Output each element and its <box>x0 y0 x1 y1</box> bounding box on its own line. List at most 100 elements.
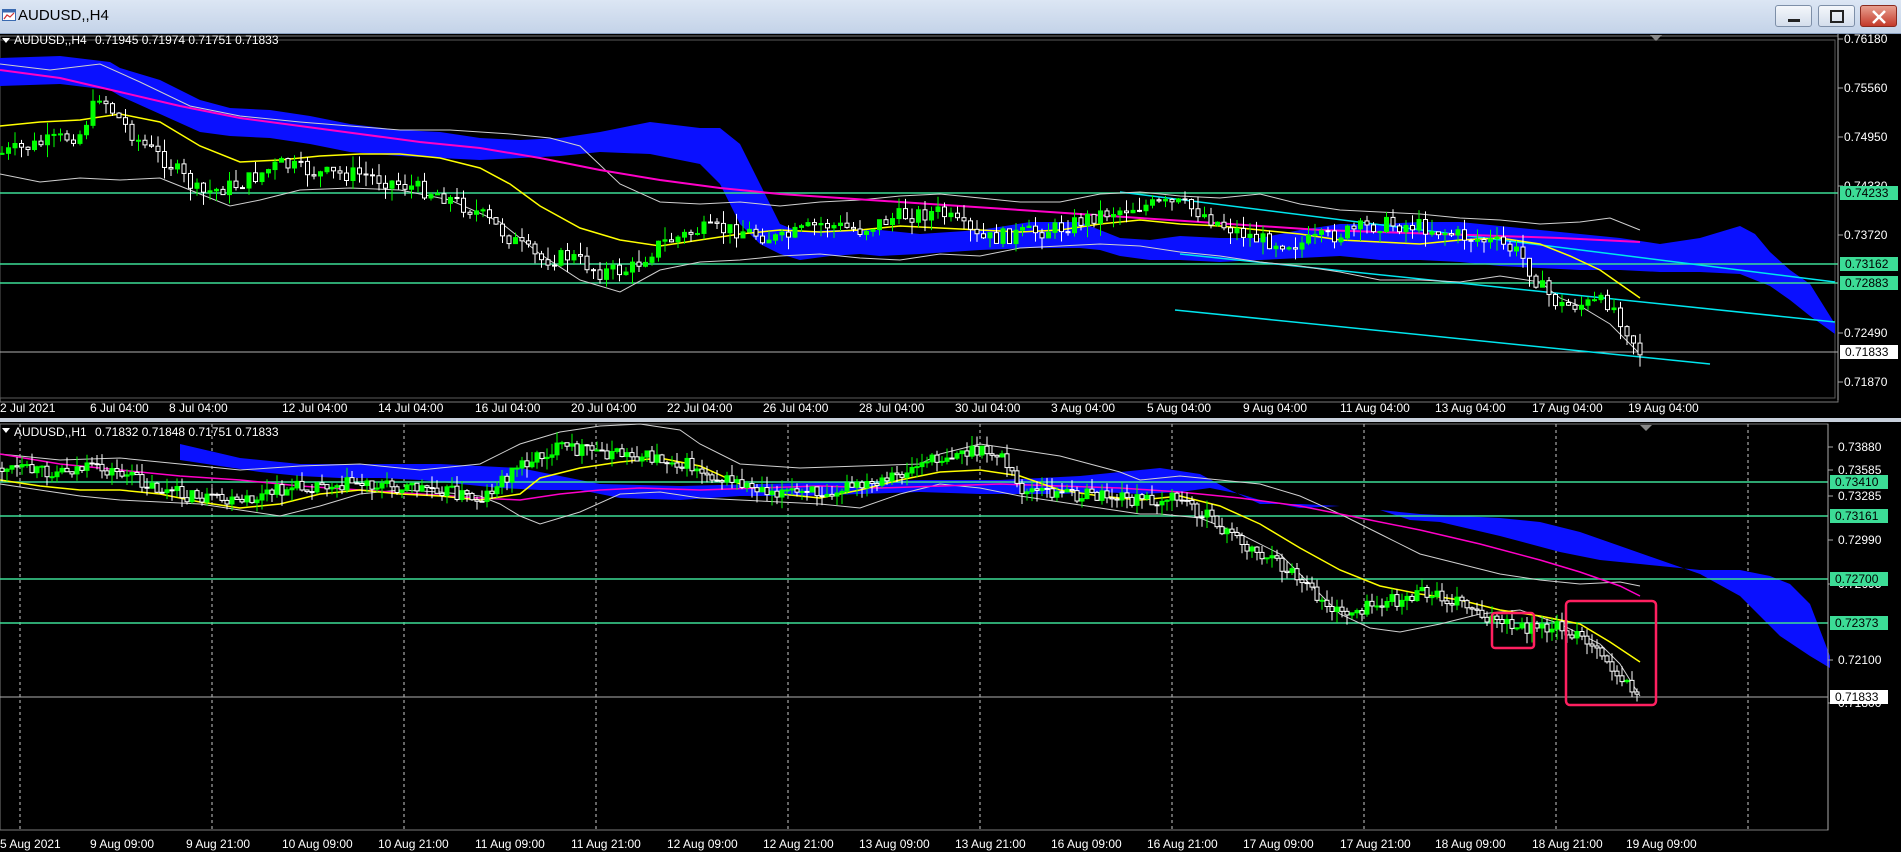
candle-body <box>1098 210 1103 224</box>
candle-body <box>578 254 583 257</box>
candle-body <box>877 219 882 231</box>
candle-body <box>114 468 120 472</box>
candle-body <box>514 467 520 470</box>
candle-body <box>1091 213 1097 224</box>
candle-body <box>1241 227 1246 238</box>
candle-body <box>1507 243 1513 252</box>
candle-body <box>224 499 230 505</box>
candle-body <box>1163 198 1168 202</box>
candle-body <box>474 499 480 502</box>
candle-body <box>499 475 505 488</box>
candle-body <box>349 477 355 484</box>
candle-body <box>266 169 271 174</box>
candle-body <box>1354 610 1360 614</box>
candle-body <box>1520 246 1526 259</box>
candle-body <box>1599 647 1605 657</box>
candle-body <box>1039 487 1045 491</box>
candle-body <box>1379 605 1385 608</box>
candle-body <box>4 468 10 472</box>
candle-body <box>727 224 733 234</box>
candle-body <box>1394 594 1400 607</box>
candle-body <box>1299 579 1305 584</box>
candle-body <box>84 462 90 471</box>
candle-body <box>19 464 25 468</box>
candle-body <box>354 482 360 485</box>
candle-body <box>1044 487 1050 490</box>
candle-body <box>339 485 345 491</box>
candle-body <box>1594 645 1600 649</box>
candle-body <box>689 457 695 472</box>
candle-body <box>434 487 440 494</box>
candle-body <box>1176 198 1181 203</box>
candle-body <box>929 210 934 221</box>
candle-body <box>969 445 975 457</box>
candle-body <box>1579 630 1585 637</box>
candle-body <box>1306 234 1311 244</box>
candle-body <box>279 158 284 163</box>
candle-body <box>799 225 804 228</box>
candle-body <box>504 475 510 483</box>
candle-body <box>719 480 725 483</box>
candle-body <box>934 454 940 463</box>
candle-body <box>1423 219 1428 235</box>
candle-body <box>469 492 475 501</box>
candle-body <box>839 490 845 494</box>
candle-body <box>903 208 908 220</box>
candle-body <box>617 264 622 276</box>
candle-body <box>614 448 620 452</box>
candle-body <box>954 453 960 459</box>
time-tick-h4: 3 Aug 04:00 <box>1051 401 1115 415</box>
minimize-button[interactable] <box>1775 5 1812 27</box>
h4-chart-pane[interactable]: AUDUSD,,H4 0.71945 0.71974 0.71751 0.718… <box>0 34 1898 415</box>
candle-body <box>399 489 405 493</box>
candle-body <box>244 495 250 503</box>
candle-body <box>1399 599 1405 607</box>
candle-body <box>1539 623 1545 629</box>
candle-body <box>1219 526 1225 535</box>
candle-body <box>1164 499 1170 502</box>
candle-body <box>289 487 295 491</box>
candle-body <box>155 145 161 153</box>
candle-body <box>304 489 310 493</box>
close-button[interactable] <box>1860 5 1897 27</box>
candle-body <box>999 453 1005 458</box>
candle-body <box>1397 225 1402 233</box>
candle-body <box>579 444 585 456</box>
candle-body <box>439 492 445 497</box>
candle-body <box>1014 470 1020 484</box>
candle-body <box>1449 233 1454 236</box>
candle-body <box>1404 595 1410 601</box>
h1-chart-pane[interactable]: AUDUSD,,H1 0.71832 0.71848 0.71751 0.718… <box>0 423 1888 851</box>
candle-body <box>54 471 60 478</box>
time-tick-h1: 9 Aug 21:00 <box>186 837 250 851</box>
candle-body <box>214 188 219 192</box>
maximize-button[interactable] <box>1818 5 1855 27</box>
candle-body <box>1215 221 1220 226</box>
candle-body <box>164 489 170 494</box>
candle-body <box>1409 595 1415 602</box>
candle-body <box>74 466 80 475</box>
candle-body <box>1034 488 1040 491</box>
candle-body <box>14 465 20 468</box>
time-tick-h4: 8 Jul 04:00 <box>169 401 228 415</box>
candle-body <box>916 209 921 223</box>
pane-splitter[interactable] <box>0 418 1901 422</box>
price-tag-072373: 0.72373 <box>1830 616 1888 630</box>
candle-body <box>760 235 765 244</box>
candle-body <box>1371 224 1376 233</box>
candle-body <box>844 482 850 492</box>
candle-body <box>454 485 460 501</box>
candle-body <box>1614 670 1620 677</box>
candle-body <box>1324 599 1330 607</box>
candle-body <box>1026 225 1032 229</box>
candle-body <box>1169 198 1175 203</box>
candle-body <box>1054 491 1060 498</box>
candle-body <box>233 180 239 189</box>
candle-body <box>1111 214 1116 218</box>
candle-body <box>404 484 410 491</box>
candle-body <box>1403 224 1409 233</box>
candle-body <box>729 475 735 483</box>
candle-body <box>1124 210 1129 214</box>
candle-body <box>539 253 544 261</box>
price-tick-h1: 0.73880 <box>1838 440 1882 454</box>
